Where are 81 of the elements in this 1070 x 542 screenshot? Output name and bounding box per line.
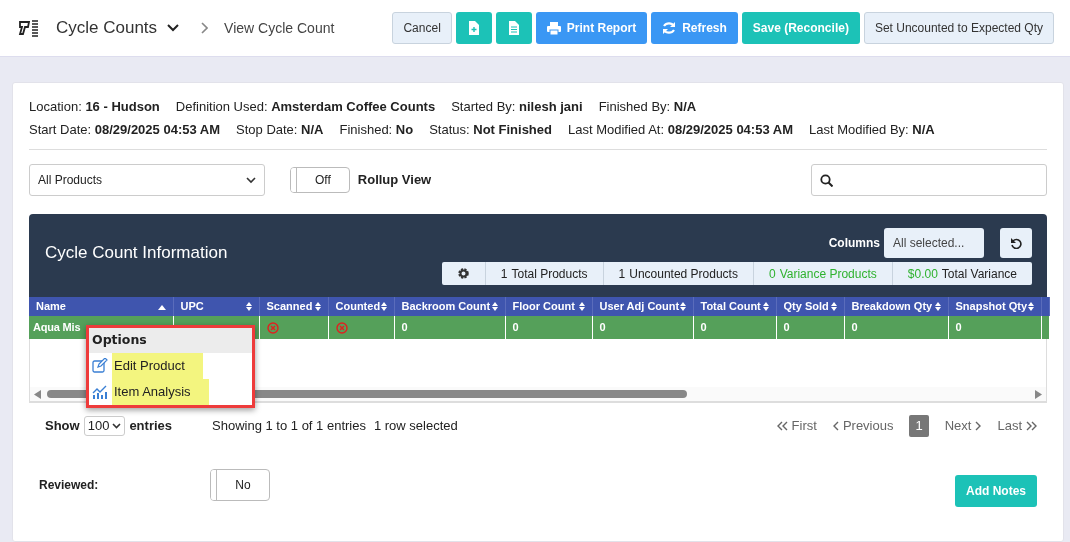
undo-icon — [1010, 237, 1022, 249]
rollup-label: Rollup View — [357, 171, 432, 190]
entries-label: entries — [129, 417, 172, 435]
breadcrumb-chevron-icon — [201, 22, 209, 34]
stat-item: $0.00 Total Variance — [906, 265, 1018, 283]
table-cell: 0 — [394, 316, 505, 339]
info-field: Definition Used: Amsterdam Coffee Counts — [175, 95, 436, 118]
stat-item: 0 Variance Products — [753, 262, 893, 285]
info-field: Last Modified At: 08/29/2025 04:53 AM — [568, 118, 793, 141]
chevron-right-icon — [975, 420, 982, 431]
table-cell: 0 — [592, 316, 693, 339]
column-header[interactable]: Floor Count — [505, 297, 592, 316]
column-header[interactable]: Scanned — [259, 297, 328, 316]
info-field: Started By: nilesh jani — [451, 95, 583, 118]
column-header[interactable]: Snapshot Qty — [948, 297, 1041, 316]
printer-icon — [546, 21, 561, 35]
table-cell: 0 — [844, 316, 948, 339]
column-header[interactable]: User Adj Count — [592, 297, 693, 316]
table-cell: 0 — [776, 316, 844, 339]
info-field: Stop Date: N/A — [236, 118, 324, 141]
app-title: Cycle Counts — [56, 17, 158, 40]
caret-icon — [112, 422, 122, 429]
reviewed-toggle[interactable]: No — [210, 468, 270, 501]
info-field: Finished: No — [339, 118, 414, 141]
caret-icon — [246, 176, 256, 184]
scroll-right-icon[interactable] — [1035, 389, 1042, 399]
product-select[interactable]: All Products — [29, 164, 265, 196]
column-header[interactable]: Breakdown Qty — [844, 297, 948, 316]
chevron-left-icon — [832, 420, 839, 431]
rollup-toggle[interactable]: Off — [290, 167, 350, 193]
search-icon — [820, 173, 833, 187]
selection-info: 1 row selected — [373, 417, 458, 435]
edit-icon — [92, 357, 108, 374]
reset-button[interactable] — [1000, 228, 1032, 258]
table-cell: 0 — [505, 316, 592, 339]
reviewed-label: Reviewed: — [39, 476, 99, 494]
info-field: Status: Not Finished — [429, 118, 552, 141]
table-cell: 0 — [693, 316, 776, 339]
document-button[interactable] — [495, 12, 532, 44]
settings-icon[interactable] — [456, 267, 470, 280]
columns-select[interactable]: All selected... — [884, 228, 984, 258]
info-field: Finished By: N/A — [598, 95, 697, 118]
column-header[interactable]: Counted — [328, 297, 394, 316]
pagination-link[interactable]: Previous — [832, 416, 894, 436]
chart-icon — [92, 383, 108, 400]
table-cell: 0 — [948, 316, 1041, 339]
column-header[interactable]: UPC — [173, 297, 259, 316]
cross-circle-icon — [266, 322, 279, 335]
page-number[interactable]: 1 — [909, 415, 929, 437]
dropdown-chevron-icon[interactable] — [167, 24, 180, 32]
document-icon — [507, 21, 520, 35]
breadcrumb-text: View Cycle Count — [224, 18, 335, 38]
stat-item: 1 Total Products — [485, 262, 604, 285]
chevron-left-icon — [776, 420, 788, 431]
pagination-link[interactable]: First — [776, 416, 817, 436]
chevron-right-icon — [1026, 420, 1037, 431]
menu-title: Options — [89, 328, 252, 353]
column-header[interactable]: Qty Sold — [776, 297, 844, 316]
show-label: Show — [45, 417, 80, 435]
scroll-left-icon[interactable] — [34, 389, 41, 399]
info-field: Start Date: 08/29/2025 04:53 AM — [29, 118, 221, 141]
scanner-icon — [18, 19, 40, 37]
panel-title: Cycle Count Information — [45, 242, 228, 264]
info-field: Last Modified By: N/A — [809, 118, 935, 141]
refresh-icon — [662, 21, 677, 35]
search-field[interactable] — [811, 164, 1047, 196]
info-field: Location: 16 - Hudson — [29, 95, 160, 118]
column-header[interactable]: Name — [29, 297, 173, 316]
column-header[interactable]: Total Count — [693, 297, 776, 316]
pagination-link[interactable]: Last — [997, 416, 1037, 436]
toolbar-button[interactable]: Cancel — [392, 12, 452, 44]
pagination-link[interactable]: Next — [944, 416, 982, 436]
stat-item: 1 Uncounted Products — [603, 262, 754, 285]
page-size-select[interactable]: 100 — [83, 415, 126, 436]
column-header[interactable]: Backroom Count — [394, 297, 505, 316]
toolbar-button[interactable]: Set Uncounted to Expected Qty — [863, 12, 1054, 44]
columns-label: Columns — [828, 235, 880, 252]
new-file-button[interactable] — [455, 12, 492, 44]
table-info: Showing 1 to 1 of 1 entries — [212, 417, 366, 435]
new-file-icon — [467, 21, 480, 35]
cross-circle-icon — [335, 322, 348, 335]
